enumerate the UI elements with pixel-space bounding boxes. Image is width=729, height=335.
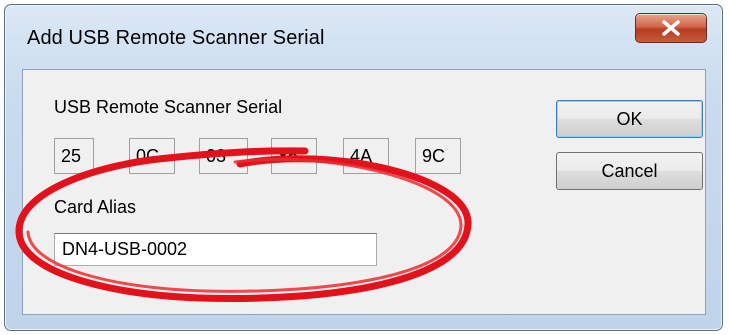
ok-button[interactable]: OK bbox=[556, 100, 703, 138]
dialog-client-area: USB Remote Scanner Serial 25 0C 03 86 4A… bbox=[22, 69, 706, 315]
serial-label: USB Remote Scanner Serial bbox=[54, 97, 283, 117]
dialog-window: Add USB Remote Scanner Serial USB Remote… bbox=[4, 4, 723, 331]
serial-byte-field[interactable]: 03 bbox=[199, 138, 248, 174]
serial-byte-field[interactable]: 4A bbox=[343, 138, 389, 174]
serial-byte-field[interactable]: 9C bbox=[415, 138, 461, 174]
card-alias-label: Card Alias bbox=[54, 197, 137, 217]
serial-byte-field[interactable]: 86 bbox=[271, 138, 317, 174]
cancel-button[interactable]: Cancel bbox=[556, 152, 703, 190]
dialog-title: Add USB Remote Scanner Serial bbox=[27, 27, 325, 49]
card-alias-input[interactable] bbox=[54, 233, 377, 266]
close-icon bbox=[662, 20, 680, 36]
serial-byte-field[interactable]: 25 bbox=[54, 138, 94, 174]
close-button[interactable] bbox=[635, 13, 707, 43]
serial-byte-field[interactable]: 0C bbox=[129, 138, 175, 174]
